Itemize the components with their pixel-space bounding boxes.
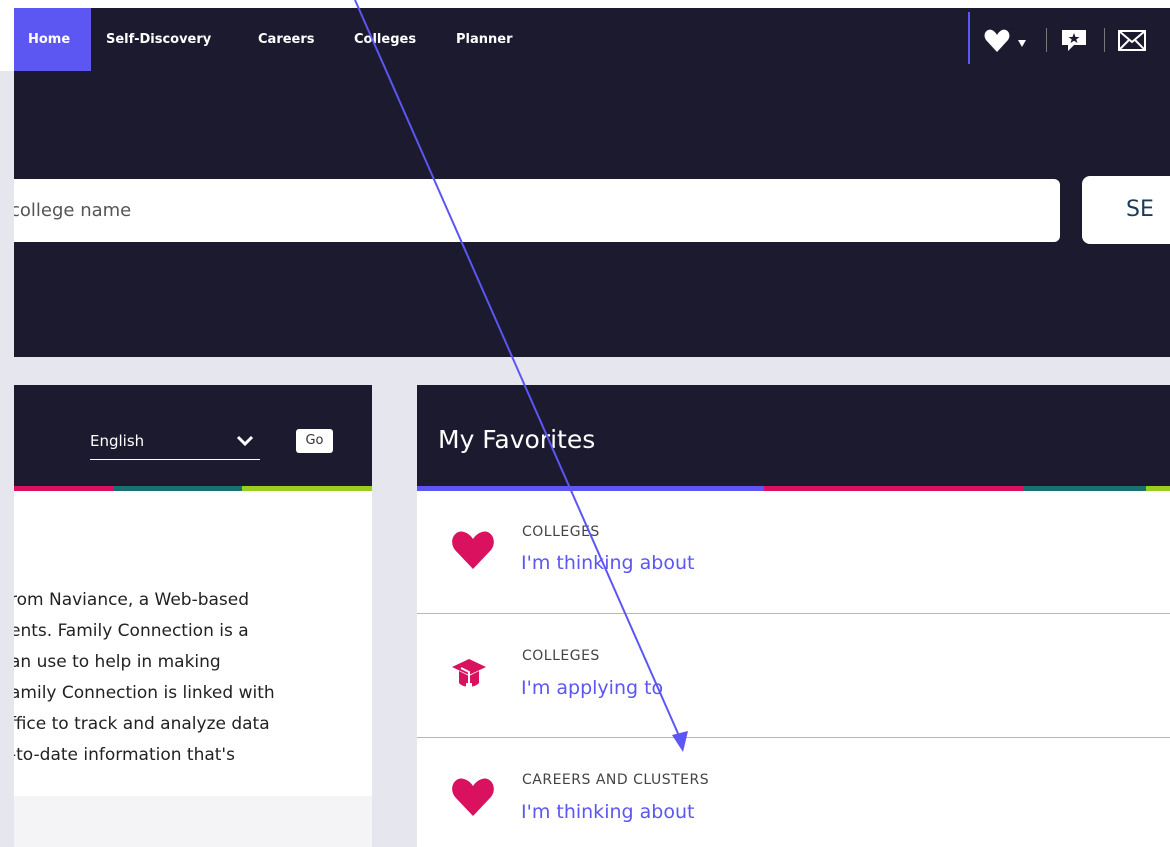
nav-separator [1046,28,1047,52]
favorites-category: CAREERS AND CLUSTERS [522,772,710,788]
search-input[interactable]: college name [14,179,1060,242]
text-line: ffice to track and analyze data [14,714,270,734]
text-line: amily Connection is linked with [14,683,275,703]
favorites-category: COLLEGES [522,648,600,664]
nav-careers[interactable]: Careers [258,8,315,71]
nav-self-discovery[interactable]: Self-Discovery [106,8,211,71]
welcome-panel-footer [14,796,372,847]
heart-icon [452,778,494,816]
nav-home[interactable]: Home [14,8,91,71]
heart-icon [452,531,494,569]
color-stripe [242,486,372,491]
text-line: an use to help in making [14,652,221,672]
go-button[interactable]: Go [296,429,333,453]
my-favorites-header: My Favorites [417,385,1170,486]
message-button[interactable] [1060,27,1088,57]
nav-colleges[interactable]: Colleges [354,8,416,71]
language-value: English [90,432,145,450]
mail-icon[interactable] [1118,30,1148,52]
nav-bar: Home Self-Discovery Careers Colleges Pla… [14,8,1170,71]
favorites-category: COLLEGES [522,524,600,540]
search-placeholder: college name [14,200,132,221]
nav-separator [1104,28,1105,52]
favorites-row[interactable]: COLLEGES I'm applying to [417,614,1170,738]
search-button[interactable]: SE [1082,176,1170,244]
message-star-icon[interactable] [1060,27,1088,53]
text-line: ents. Family Connection is a [14,621,249,641]
favorites-link[interactable]: I'm thinking about [521,552,694,574]
color-stripe [113,486,242,491]
heart-dropdown-icon[interactable] [984,28,1028,54]
nav-planner[interactable]: Planner [456,8,513,71]
nav-divider [968,12,970,64]
chevron-down-icon [236,435,254,447]
welcome-panel-header: English Go [14,385,372,486]
favorites-row[interactable]: COLLEGES I'm thinking about [417,491,1170,614]
welcome-panel: English Go rom Naviance, a Web-based ent… [14,385,372,847]
welcome-text: rom Naviance, a Web-based ents. Family C… [14,585,372,795]
favorites-menu[interactable] [984,28,1028,58]
text-line: -to-date information that's [14,745,235,765]
my-favorites-panel: My Favorites COLLEGES I'm thinking about… [417,385,1170,847]
language-select[interactable]: English [90,423,260,460]
graduation-cap-icon [452,659,486,688]
text-line: rom Naviance, a Web-based [14,590,250,610]
favorites-link[interactable]: I'm applying to [521,677,663,699]
mail-button[interactable] [1118,30,1148,56]
my-favorites-title: My Favorites [438,425,596,454]
favorites-row[interactable]: CAREERS AND CLUSTERS I'm thinking about [417,738,1170,847]
favorites-link[interactable]: I'm thinking about [521,801,694,823]
color-stripe [14,486,113,491]
top-nav: Home Self-Discovery Careers Colleges Pla… [0,0,1170,71]
